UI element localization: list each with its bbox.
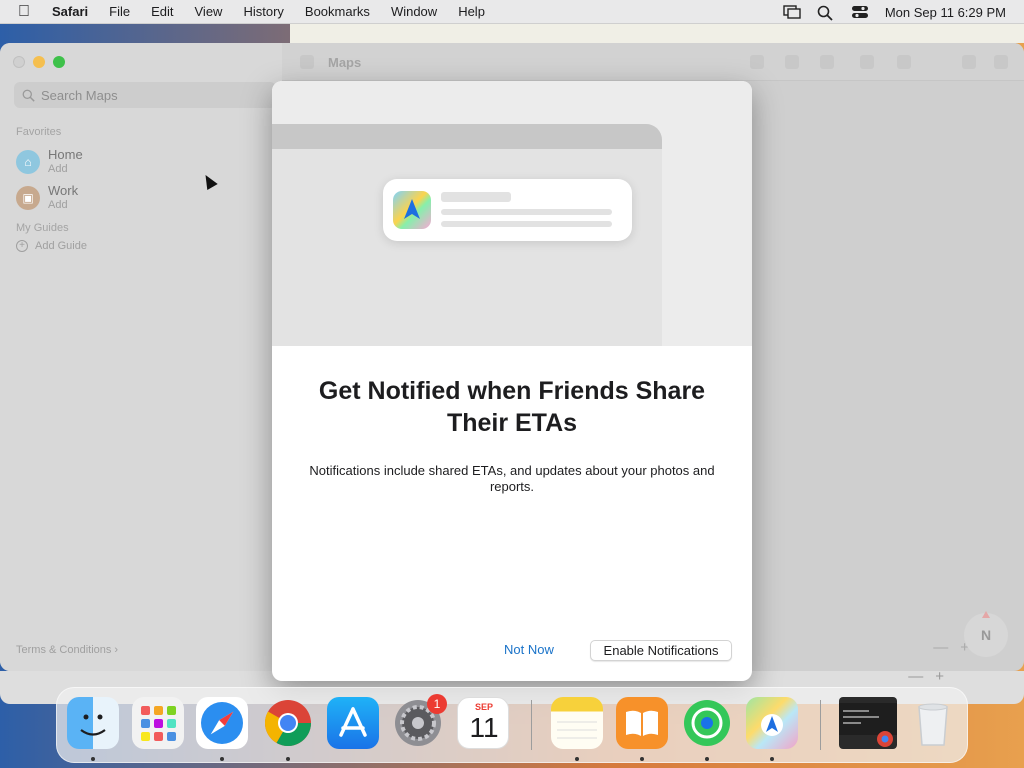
zoom-out-icon[interactable]: — (933, 639, 948, 656)
running-indicator (91, 757, 95, 761)
map-zoom-controls: — + (933, 639, 969, 656)
binoculars-icon[interactable] (820, 55, 834, 69)
illustration-notification-card (383, 179, 632, 241)
launchpad-icon[interactable] (132, 697, 184, 749)
menu-help[interactable]: Help (458, 4, 485, 19)
favorite-home[interactable]: ⌂ Home Add (16, 148, 83, 176)
search-placeholder: Search Maps (41, 87, 118, 103)
add-icon[interactable] (994, 55, 1008, 69)
placeholder-line (441, 192, 511, 202)
running-indicator (575, 757, 579, 761)
dialog-description: Notifications include shared ETAs, and u… (309, 463, 715, 494)
home-icon: ⌂ (16, 150, 40, 174)
background-window-strip (290, 24, 1024, 43)
add-guide-label: Add Guide (35, 240, 87, 252)
bg-zoom-out-icon: — (908, 668, 924, 685)
running-indicator (286, 757, 290, 761)
dialog-illustration (272, 81, 752, 346)
plus-circle-icon: + (16, 240, 28, 252)
compass-label: N (980, 627, 992, 643)
sidebar-toggle-icon[interactable] (300, 55, 314, 69)
calendar-day: 11 (469, 712, 499, 743)
briefcase-icon: ▣ (16, 186, 40, 210)
spotlight-search-icon[interactable] (817, 5, 833, 21)
maps-window-title: Maps (328, 55, 362, 70)
dock: 1 SEP 11 (56, 687, 968, 763)
menu-window[interactable]: Window (391, 4, 437, 19)
running-indicator (220, 757, 224, 761)
menu-bar:  Safari File Edit View History Bookmark… (0, 0, 1024, 24)
running-indicator (640, 757, 644, 761)
account-icon[interactable] (962, 55, 976, 69)
maps-app-icon (393, 191, 431, 229)
books-icon[interactable] (616, 697, 668, 749)
maps-icon[interactable] (746, 697, 798, 749)
favorite-work-sub: Add (48, 199, 68, 211)
running-indicator (705, 757, 709, 761)
favorite-work-name: Work (48, 183, 79, 198)
bg-zoom-in-icon: + (935, 668, 944, 685)
illustration-titlebar (272, 124, 662, 149)
maps-toolbar: Maps (282, 43, 1024, 81)
minimize-window-button[interactable] (33, 56, 45, 68)
placeholder-line (441, 209, 612, 215)
notes-icon[interactable] (551, 697, 603, 749)
compass-north-icon (982, 611, 990, 618)
compass-button[interactable]: N (964, 611, 1008, 657)
menu-history[interactable]: History (243, 4, 283, 19)
menu-app-name[interactable]: Safari (52, 4, 88, 19)
menu-view[interactable]: View (195, 4, 223, 19)
zoom-window-button[interactable] (53, 56, 65, 68)
running-indicator (770, 757, 774, 761)
dock-separator (820, 700, 821, 750)
settings-notification-badge: 1 (427, 694, 447, 714)
menu-file[interactable]: File (109, 4, 130, 19)
directions-icon[interactable] (897, 55, 911, 69)
menu-clock[interactable]: Mon Sep 11 6:29 PM (885, 5, 1006, 20)
finder-icon[interactable] (67, 697, 119, 749)
favorites-heading: Favorites (16, 126, 62, 138)
close-window-button[interactable] (13, 56, 25, 68)
favorite-work[interactable]: ▣ Work Add (16, 184, 78, 212)
notification-permission-dialog: Get Notified when Friends Share Their ET… (272, 81, 752, 681)
not-now-button[interactable]: Not Now (504, 642, 554, 657)
apple-menu-icon[interactable]:  (18, 3, 30, 21)
menu-edit[interactable]: Edit (151, 4, 173, 19)
search-maps-field[interactable]: Search Maps (14, 82, 276, 108)
dialog-title: Get Notified when Friends Share Their ET… (318, 377, 706, 437)
chrome-window-thumbnail[interactable] (839, 697, 897, 749)
share-icon[interactable] (860, 55, 874, 69)
terms-conditions-link[interactable]: Terms & Conditions › (16, 644, 118, 656)
location-arrow-icon[interactable] (750, 55, 764, 69)
placeholder-line (441, 221, 612, 227)
app-store-icon[interactable] (327, 697, 379, 749)
find-my-icon[interactable] (681, 697, 733, 749)
calendar-icon[interactable]: SEP 11 (457, 697, 509, 749)
calendar-month: SEP (474, 702, 493, 712)
control-center-icon[interactable] (851, 5, 868, 19)
screen-mirroring-icon[interactable] (783, 5, 801, 19)
favorite-home-sub: Add (48, 163, 68, 175)
background-zoom-controls: — + (908, 668, 944, 685)
favorite-home-name: Home (48, 147, 83, 162)
search-icon (22, 89, 35, 102)
enable-notifications-button[interactable]: Enable Notifications (590, 640, 732, 661)
maps-sidebar: Search Maps Favorites ⌂ Home Add ▣ Work … (0, 43, 282, 671)
menu-bookmarks[interactable]: Bookmarks (305, 4, 370, 19)
my-guides-heading: My Guides (16, 222, 69, 234)
add-guide-button[interactable]: + Add Guide (16, 240, 87, 252)
trash-icon[interactable] (907, 697, 959, 749)
map-mode-icon[interactable] (785, 55, 799, 69)
dock-separator (531, 700, 532, 750)
chrome-icon[interactable] (262, 697, 314, 749)
safari-icon[interactable] (196, 697, 248, 749)
